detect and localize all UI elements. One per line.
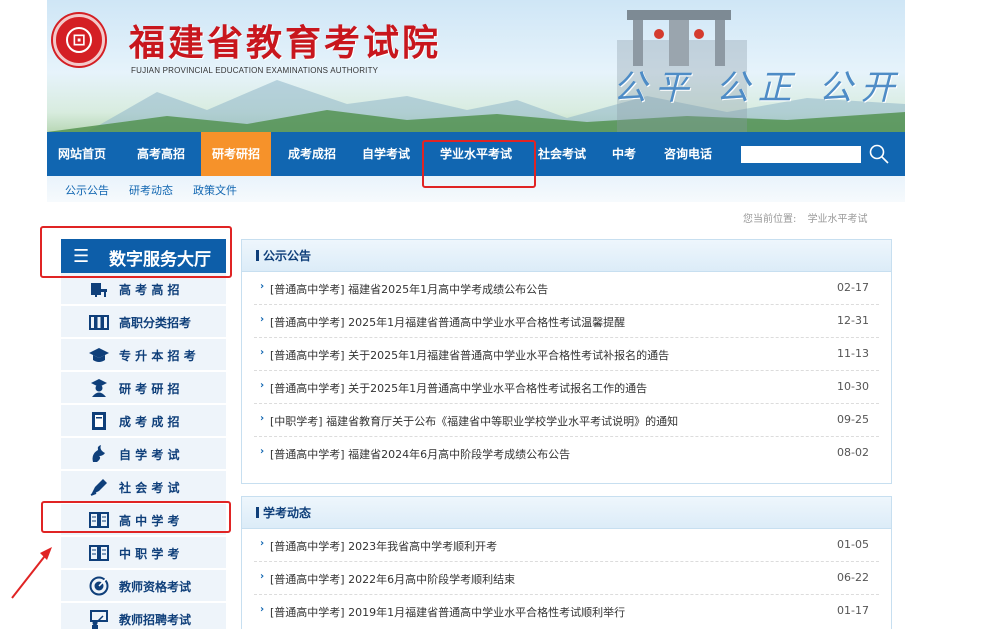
list-item-title[interactable]: [普通高中学考] 福建省2024年6月高中阶段学考成绩公布公告 xyxy=(270,446,570,462)
list-item-title[interactable]: [普通高中学考] 福建省2025年1月高中学考成绩公布公告 xyxy=(270,281,548,297)
subnav-policy[interactable]: 政策文件 xyxy=(193,182,237,198)
notices-title[interactable]: 公示公告 xyxy=(242,240,891,272)
desk-icon xyxy=(91,283,107,297)
list-item-date: 12-31 xyxy=(837,314,869,327)
list-item-date: 11-13 xyxy=(837,347,869,360)
list-item-title[interactable]: [普通高中学考] 2022年6月高中阶段学考顺利结束 xyxy=(270,571,515,587)
nav-gaokao[interactable]: 高考高招 xyxy=(125,132,197,176)
list-item[interactable]: › [中职学考] 福建省教育厅关于公布《福建省中等职业学校学业水平考试说明》的通知… xyxy=(254,404,879,437)
scholar-icon xyxy=(91,379,107,397)
target-icon xyxy=(89,576,109,596)
sidebar-item-label: 研 考 研 招 xyxy=(119,382,180,396)
list-item[interactable]: › [普通高中学考] 福建省2025年1月高中学考成绩公布公告 02-17 xyxy=(254,272,879,305)
annotation-box-nav xyxy=(422,140,536,188)
list-item-date: 02-17 xyxy=(837,281,869,294)
open-book-icon xyxy=(89,545,109,561)
subnav-news[interactable]: 研考动态 xyxy=(129,182,173,198)
list-item-date: 06-22 xyxy=(837,571,869,584)
sidebar-item-teacher-cert[interactable]: 教师资格考试 xyxy=(61,570,226,602)
teacher-icon xyxy=(90,610,108,629)
list-item-date: 01-17 xyxy=(837,604,869,617)
gate-illustration xyxy=(627,10,731,66)
list-item-title[interactable]: [普通高中学考] 2023年我省高中学考顺利开考 xyxy=(270,538,497,554)
page: ⊡ 福建省教育考试院 FUJIAN PROVINCIAL EDUCATION E… xyxy=(40,0,905,629)
chevron-right-icon: › xyxy=(260,571,265,582)
sidebar-item-label: 社 会 考 试 xyxy=(119,481,180,495)
nav-shehui[interactable]: 社会考试 xyxy=(531,132,593,176)
list-item-date: 10-30 xyxy=(837,380,869,393)
breadcrumb-current[interactable]: 学业水平考试 xyxy=(808,214,868,225)
site-subtitle: FUJIAN PROVINCIAL EDUCATION EXAMINATIONS… xyxy=(131,66,379,75)
notebook-icon xyxy=(92,412,106,430)
sidebar-item-label: 教师资格考试 xyxy=(119,580,192,594)
list-item-title[interactable]: [普通高中学考] 2025年1月福建省普通高中学业水平合格性考试温馨提醒 xyxy=(270,314,625,330)
chevron-right-icon: › xyxy=(260,604,265,615)
list-item-date: 01-05 xyxy=(837,538,869,551)
notices-panel: 公示公告 › [普通高中学考] 福建省2025年1月高中学考成绩公布公告 02-17… xyxy=(241,239,892,484)
chevron-right-icon: › xyxy=(260,380,265,391)
sidebar-item-label: 教师招聘考试 xyxy=(119,613,192,627)
list-item[interactable]: › [普通高中学考] 2023年我省高中学考顺利开考 01-05 xyxy=(254,529,879,562)
sidebar-item-label: 自 学 考 试 xyxy=(119,448,180,462)
news-title[interactable]: 学考动态 xyxy=(242,497,891,529)
sidebar-item-label: 成 考 成 招 xyxy=(119,415,180,429)
list-item[interactable]: › [普通高中学考] 关于2025年1月普通高中学业水平合格性考试报名工作的通告 1… xyxy=(254,371,879,404)
list-item-date: 08-02 xyxy=(837,446,869,459)
list-item-title[interactable]: [普通高中学考] 2019年1月福建省普通高中学业水平合格性考试顺利举行 xyxy=(270,604,625,620)
list-item[interactable]: › [普通高中学考] 2019年1月福建省普通高中学业水平合格性考试顺利举行 01-… xyxy=(254,595,879,628)
list-item[interactable]: › [普通高中学考] 福建省2024年6月高中阶段学考成绩公布公告 08-02 xyxy=(254,437,879,470)
sidebar-item-gaozhi[interactable]: 高职分类招考 xyxy=(61,306,226,338)
graduation-cap-icon xyxy=(89,348,109,362)
annotation-arrow xyxy=(11,547,52,599)
breadcrumb-label: 您当前位置: xyxy=(743,214,797,225)
list-item-title[interactable]: [中职学考] 福建省教育厅关于公布《福建省中等职业学校学业水平考试说明》的通知 xyxy=(270,413,678,429)
nav-hotline[interactable]: 咨询电话 xyxy=(657,132,719,176)
list-item[interactable]: › [普通高中学考] 关于2025年1月福建省普通高中学业水平合格性考试补报名的通… xyxy=(254,338,879,371)
chevron-right-icon: › xyxy=(260,347,265,358)
list-item-title[interactable]: [普通高中学考] 关于2025年1月福建省普通高中学业水平合格性考试补报名的通告 xyxy=(270,347,669,363)
pen-icon xyxy=(90,479,107,496)
sidebar-item-zixue[interactable]: 自 学 考 试 xyxy=(61,438,226,470)
nav-zhongkao[interactable]: 中考 xyxy=(603,132,645,176)
nav-yankao[interactable]: 研考研招 xyxy=(201,132,271,176)
flame-book-icon xyxy=(92,445,105,462)
books-icon xyxy=(89,315,109,330)
site-title: 福建省教育考试院 xyxy=(129,22,442,64)
sidebar-item-yankao[interactable]: 研 考 研 招 xyxy=(61,372,226,404)
sidebar-item-zhuanshengben[interactable]: 专 升 本 招 考 xyxy=(61,339,226,371)
sidebar-item-label: 高职分类招考 xyxy=(119,316,192,330)
sidebar-item-zhongzhi-xuekao[interactable]: 中 职 学 考 xyxy=(61,537,226,569)
sidebar-item-chengkao[interactable]: 成 考 成 招 xyxy=(61,405,226,437)
breadcrumb: 您当前位置: 学业水平考试 xyxy=(743,210,868,225)
motto-text: 公平 公正 公开 xyxy=(613,68,903,108)
nav-chengkao[interactable]: 成考成招 xyxy=(279,132,345,176)
chevron-right-icon: › xyxy=(260,281,265,292)
list-item[interactable]: › [普通高中学考] 2025年1月福建省普通高中学业水平合格性考试温馨提醒 12-… xyxy=(254,305,879,338)
header-banner: ⊡ 福建省教育考试院 FUJIAN PROVINCIAL EDUCATION E… xyxy=(47,0,905,132)
search-input[interactable] xyxy=(741,146,861,163)
sidebar-item-label: 高 考 高 招 xyxy=(119,283,180,297)
chevron-right-icon: › xyxy=(260,314,265,325)
list-item-title[interactable]: [普通高中学考] 关于2025年1月普通高中学业水平合格性考试报名工作的通告 xyxy=(270,380,647,396)
sidebar-item-shehui[interactable]: 社 会 考 试 xyxy=(61,471,226,503)
sidebar-item-label: 专 升 本 招 考 xyxy=(119,349,196,363)
chevron-right-icon: › xyxy=(260,446,265,457)
nav-zixue[interactable]: 自学考试 xyxy=(353,132,419,176)
chevron-right-icon: › xyxy=(260,538,265,549)
news-panel: 学考动态 › [普通高中学考] 2023年我省高中学考顺利开考 01-05 › [普通… xyxy=(241,496,892,629)
sidebar-item-teacher-recruit[interactable]: 教师招聘考试 xyxy=(61,603,226,629)
search-icon[interactable] xyxy=(867,142,891,166)
chevron-right-icon: › xyxy=(260,413,265,424)
sidebar-item-label: 中 职 学 考 xyxy=(119,547,180,561)
list-item-date: 09-25 xyxy=(837,413,869,426)
list-item[interactable]: › [普通高中学考] 2022年6月高中阶段学考顺利结束 06-22 xyxy=(254,562,879,595)
